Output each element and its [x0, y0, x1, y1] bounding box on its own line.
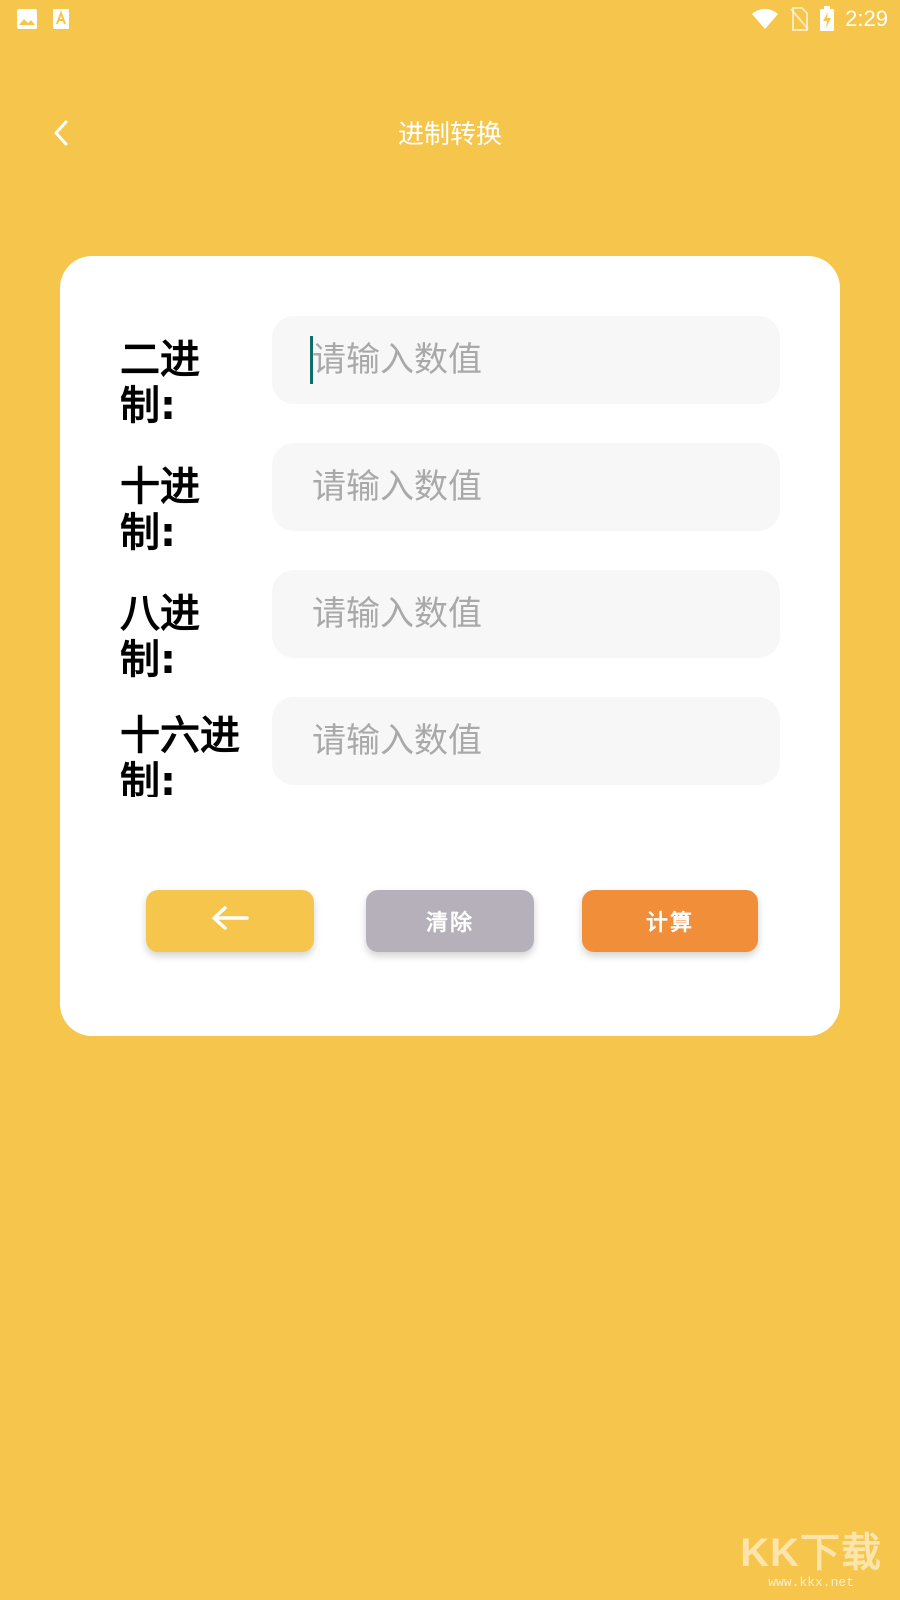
arrow-left-icon [210, 905, 250, 937]
octal-input[interactable] [272, 570, 780, 658]
page-title: 进制转换 [397, 120, 502, 150]
status-bar: 2:29 [0, 0, 900, 36]
field-row-decimal: 十进制: [60, 443, 840, 556]
wifi-icon [751, 8, 779, 30]
nav-bar: 进制转换 [0, 100, 900, 170]
status-time: 2:29 [845, 6, 888, 31]
clear-button[interactable]: 清除 [366, 890, 534, 952]
conversion-card: 二进制: 十进制: 八进制: 十六进制: 清除 计算 [60, 256, 840, 1036]
no-sim-icon [789, 7, 809, 31]
battery-charging-icon [819, 6, 835, 32]
decimal-input[interactable] [272, 443, 780, 531]
field-row-binary: 二进制: [60, 316, 840, 429]
status-right-icons: 2:29 [751, 6, 888, 32]
status-left-icons [16, 8, 70, 30]
watermark-url: www.kkx.net [768, 1575, 855, 1590]
font-icon [52, 8, 70, 30]
backspace-button[interactable] [146, 890, 314, 952]
image-icon [16, 8, 38, 30]
field-row-octal: 八进制: [60, 570, 840, 683]
hex-label: 十六进制: [120, 713, 240, 797]
watermark-logo: KK下载 [740, 1531, 882, 1575]
field-row-hex: 十六进制: [60, 697, 840, 797]
decimal-label: 十进制: [120, 464, 200, 556]
binary-input[interactable] [272, 316, 780, 404]
octal-label: 八进制: [120, 591, 200, 683]
binary-label: 二进制: [120, 337, 200, 429]
watermark: KK下载 www.kkx.net [740, 1531, 882, 1590]
hex-input[interactable] [272, 697, 780, 785]
calculate-button[interactable]: 计算 [582, 890, 758, 952]
text-caret [310, 336, 313, 384]
